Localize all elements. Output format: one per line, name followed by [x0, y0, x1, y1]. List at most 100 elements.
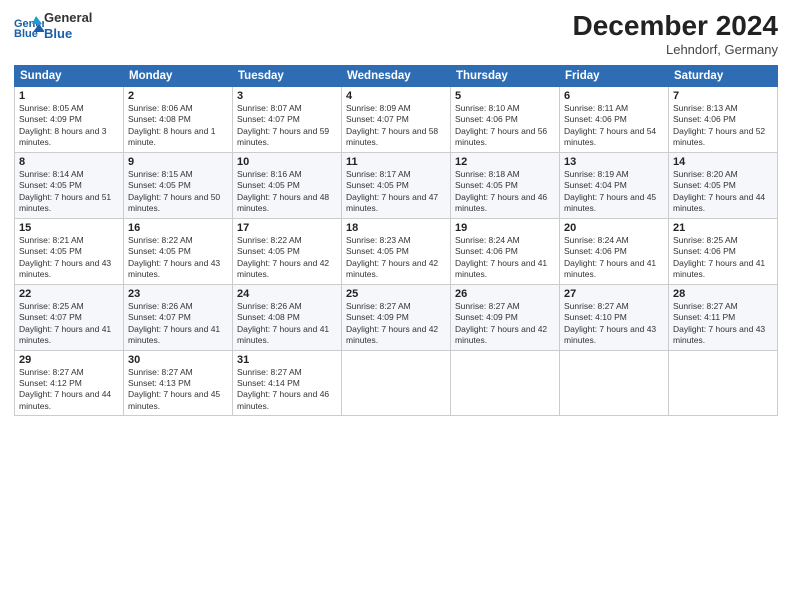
day-info: Sunrise: 8:27 AMSunset: 4:09 PMDaylight:…: [346, 301, 446, 347]
day-number: 9: [128, 156, 228, 168]
calendar-cell: 8Sunrise: 8:14 AMSunset: 4:05 PMDaylight…: [15, 152, 124, 218]
day-info: Sunrise: 8:05 AMSunset: 4:09 PMDaylight:…: [19, 103, 119, 149]
day-number: 5: [455, 90, 555, 102]
calendar-cell: 4Sunrise: 8:09 AMSunset: 4:07 PMDaylight…: [342, 87, 451, 153]
day-number: 18: [346, 222, 446, 234]
day-info: Sunrise: 8:22 AMSunset: 4:05 PMDaylight:…: [128, 235, 228, 281]
day-info: Sunrise: 8:27 AMSunset: 4:09 PMDaylight:…: [455, 301, 555, 347]
calendar-cell: 24Sunrise: 8:26 AMSunset: 4:08 PMDayligh…: [233, 284, 342, 350]
day-number: 29: [19, 354, 119, 366]
calendar-cell: 16Sunrise: 8:22 AMSunset: 4:05 PMDayligh…: [124, 218, 233, 284]
day-number: 21: [673, 222, 773, 234]
day-number: 19: [455, 222, 555, 234]
day-number: 2: [128, 90, 228, 102]
day-info: Sunrise: 8:25 AMSunset: 4:06 PMDaylight:…: [673, 235, 773, 281]
calendar-cell: 19Sunrise: 8:24 AMSunset: 4:06 PMDayligh…: [451, 218, 560, 284]
calendar-cell: 29Sunrise: 8:27 AMSunset: 4:12 PMDayligh…: [15, 350, 124, 416]
day-info: Sunrise: 8:07 AMSunset: 4:07 PMDaylight:…: [237, 103, 337, 149]
day-info: Sunrise: 8:09 AMSunset: 4:07 PMDaylight:…: [346, 103, 446, 149]
day-number: 25: [346, 288, 446, 300]
day-info: Sunrise: 8:20 AMSunset: 4:05 PMDaylight:…: [673, 169, 773, 215]
day-info: Sunrise: 8:22 AMSunset: 4:05 PMDaylight:…: [237, 235, 337, 281]
day-info: Sunrise: 8:11 AMSunset: 4:06 PMDaylight:…: [564, 103, 664, 149]
day-number: 1: [19, 90, 119, 102]
calendar-week-4: 22Sunrise: 8:25 AMSunset: 4:07 PMDayligh…: [15, 284, 778, 350]
calendar-weekday-sunday: Sunday: [15, 66, 124, 87]
logo-line1: General: [44, 10, 92, 26]
calendar-week-1: 1Sunrise: 8:05 AMSunset: 4:09 PMDaylight…: [15, 87, 778, 153]
calendar-cell: 5Sunrise: 8:10 AMSunset: 4:06 PMDaylight…: [451, 87, 560, 153]
calendar-cell: 1Sunrise: 8:05 AMSunset: 4:09 PMDaylight…: [15, 87, 124, 153]
day-info: Sunrise: 8:14 AMSunset: 4:05 PMDaylight:…: [19, 169, 119, 215]
day-number: 12: [455, 156, 555, 168]
calendar-week-5: 29Sunrise: 8:27 AMSunset: 4:12 PMDayligh…: [15, 350, 778, 416]
calendar-cell: 26Sunrise: 8:27 AMSunset: 4:09 PMDayligh…: [451, 284, 560, 350]
day-number: 15: [19, 222, 119, 234]
day-number: 23: [128, 288, 228, 300]
day-info: Sunrise: 8:15 AMSunset: 4:05 PMDaylight:…: [128, 169, 228, 215]
day-number: 4: [346, 90, 446, 102]
calendar-cell: 13Sunrise: 8:19 AMSunset: 4:04 PMDayligh…: [560, 152, 669, 218]
calendar-cell: 10Sunrise: 8:16 AMSunset: 4:05 PMDayligh…: [233, 152, 342, 218]
day-number: 6: [564, 90, 664, 102]
day-number: 16: [128, 222, 228, 234]
day-info: Sunrise: 8:17 AMSunset: 4:05 PMDaylight:…: [346, 169, 446, 215]
calendar-weekday-monday: Monday: [124, 66, 233, 87]
day-info: Sunrise: 8:27 AMSunset: 4:10 PMDaylight:…: [564, 301, 664, 347]
day-number: 26: [455, 288, 555, 300]
day-info: Sunrise: 8:27 AMSunset: 4:11 PMDaylight:…: [673, 301, 773, 347]
day-info: Sunrise: 8:23 AMSunset: 4:05 PMDaylight:…: [346, 235, 446, 281]
day-number: 10: [237, 156, 337, 168]
logo: General Blue General Blue: [14, 10, 92, 41]
day-number: 8: [19, 156, 119, 168]
day-number: 30: [128, 354, 228, 366]
calendar-cell: 11Sunrise: 8:17 AMSunset: 4:05 PMDayligh…: [342, 152, 451, 218]
calendar-cell: 18Sunrise: 8:23 AMSunset: 4:05 PMDayligh…: [342, 218, 451, 284]
day-number: 11: [346, 156, 446, 168]
calendar-cell: [560, 350, 669, 416]
day-info: Sunrise: 8:27 AMSunset: 4:12 PMDaylight:…: [19, 367, 119, 413]
calendar-cell: 2Sunrise: 8:06 AMSunset: 4:08 PMDaylight…: [124, 87, 233, 153]
day-number: 28: [673, 288, 773, 300]
logo-line2: Blue: [44, 26, 92, 42]
calendar-cell: 27Sunrise: 8:27 AMSunset: 4:10 PMDayligh…: [560, 284, 669, 350]
day-number: 22: [19, 288, 119, 300]
page-container: General Blue General Blue December 2024 …: [0, 0, 792, 612]
calendar-cell: 17Sunrise: 8:22 AMSunset: 4:05 PMDayligh…: [233, 218, 342, 284]
calendar-cell: 7Sunrise: 8:13 AMSunset: 4:06 PMDaylight…: [669, 87, 778, 153]
day-number: 17: [237, 222, 337, 234]
day-info: Sunrise: 8:25 AMSunset: 4:07 PMDaylight:…: [19, 301, 119, 347]
calendar-cell: [669, 350, 778, 416]
calendar-cell: 6Sunrise: 8:11 AMSunset: 4:06 PMDaylight…: [560, 87, 669, 153]
calendar-weekday-saturday: Saturday: [669, 66, 778, 87]
calendar-cell: 21Sunrise: 8:25 AMSunset: 4:06 PMDayligh…: [669, 218, 778, 284]
calendar-week-3: 15Sunrise: 8:21 AMSunset: 4:05 PMDayligh…: [15, 218, 778, 284]
calendar-cell: 3Sunrise: 8:07 AMSunset: 4:07 PMDaylight…: [233, 87, 342, 153]
calendar-cell: 30Sunrise: 8:27 AMSunset: 4:13 PMDayligh…: [124, 350, 233, 416]
day-number: 24: [237, 288, 337, 300]
calendar-cell: 12Sunrise: 8:18 AMSunset: 4:05 PMDayligh…: [451, 152, 560, 218]
calendar-weekday-tuesday: Tuesday: [233, 66, 342, 87]
header: General Blue General Blue December 2024 …: [14, 10, 778, 57]
logo-icon: General Blue: [14, 14, 44, 38]
day-info: Sunrise: 8:26 AMSunset: 4:08 PMDaylight:…: [237, 301, 337, 347]
day-info: Sunrise: 8:27 AMSunset: 4:13 PMDaylight:…: [128, 367, 228, 413]
day-info: Sunrise: 8:18 AMSunset: 4:05 PMDaylight:…: [455, 169, 555, 215]
day-info: Sunrise: 8:21 AMSunset: 4:05 PMDaylight:…: [19, 235, 119, 281]
month-title: December 2024: [573, 10, 778, 42]
day-info: Sunrise: 8:10 AMSunset: 4:06 PMDaylight:…: [455, 103, 555, 149]
calendar-cell: [342, 350, 451, 416]
calendar-cell: 9Sunrise: 8:15 AMSunset: 4:05 PMDaylight…: [124, 152, 233, 218]
day-info: Sunrise: 8:24 AMSunset: 4:06 PMDaylight:…: [455, 235, 555, 281]
title-block: December 2024 Lehndorf, Germany: [573, 10, 778, 57]
day-info: Sunrise: 8:16 AMSunset: 4:05 PMDaylight:…: [237, 169, 337, 215]
day-info: Sunrise: 8:27 AMSunset: 4:14 PMDaylight:…: [237, 367, 337, 413]
day-info: Sunrise: 8:19 AMSunset: 4:04 PMDaylight:…: [564, 169, 664, 215]
day-info: Sunrise: 8:24 AMSunset: 4:06 PMDaylight:…: [564, 235, 664, 281]
day-info: Sunrise: 8:13 AMSunset: 4:06 PMDaylight:…: [673, 103, 773, 149]
calendar-header-row: SundayMondayTuesdayWednesdayThursdayFrid…: [15, 66, 778, 87]
day-number: 27: [564, 288, 664, 300]
calendar-cell: 22Sunrise: 8:25 AMSunset: 4:07 PMDayligh…: [15, 284, 124, 350]
calendar-cell: 25Sunrise: 8:27 AMSunset: 4:09 PMDayligh…: [342, 284, 451, 350]
calendar-cell: 14Sunrise: 8:20 AMSunset: 4:05 PMDayligh…: [669, 152, 778, 218]
